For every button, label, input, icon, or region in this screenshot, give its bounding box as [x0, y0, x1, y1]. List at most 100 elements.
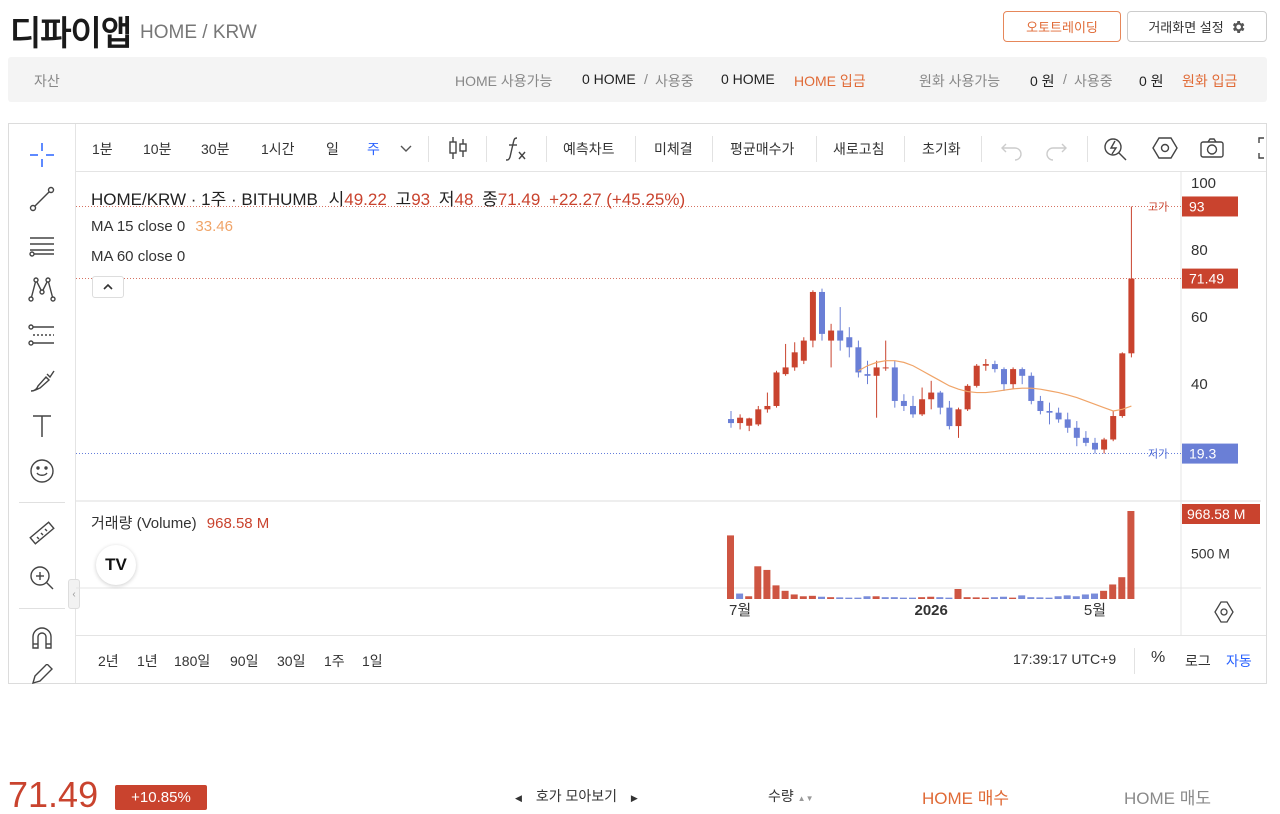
ma60-label: MA 60 close 0	[91, 248, 186, 265]
forecast-chart-button[interactable]: 예측차트	[563, 139, 615, 159]
indicator-fx-icon[interactable]	[502, 134, 530, 162]
home-deposit-link[interactable]: HOME 입금	[794, 71, 866, 91]
fullscreen-icon[interactable]	[1256, 134, 1266, 162]
open-orders-button[interactable]: 미체결	[654, 139, 693, 159]
range-1d[interactable]: 1일	[362, 651, 383, 671]
volume-bar	[990, 597, 998, 599]
price-chart-svg[interactable]: 100 80 60 40 93 고가 71.49 19.3 저가 968.58 M 500 M 7월 2…	[76, 172, 1261, 635]
settings-hexagon-icon[interactable]	[1151, 134, 1179, 162]
price-tick-label: 40	[1191, 376, 1208, 393]
volume-bar	[1127, 511, 1135, 599]
krw-in-use-label: 사용중	[1074, 73, 1113, 89]
close-label: 종	[482, 190, 498, 209]
undo-icon[interactable]	[998, 134, 1026, 162]
volume-bar	[827, 597, 835, 599]
fib-retracement-icon[interactable]	[25, 318, 59, 352]
interval-day[interactable]: 일	[326, 139, 339, 159]
crosshair-icon[interactable]	[25, 138, 59, 172]
candle-body	[1073, 427, 1080, 438]
interval-1m[interactable]: 1분	[92, 139, 113, 159]
brush-icon[interactable]	[25, 364, 59, 398]
log-toggle[interactable]: 로그	[1185, 651, 1211, 671]
caret-left-icon[interactable]: ◀	[515, 793, 522, 803]
candle-body	[937, 392, 944, 408]
candle-body	[900, 400, 907, 406]
candle-body	[728, 419, 734, 424]
ma60-legend: MA 60 close 0	[91, 248, 185, 265]
krw-in-use-value: 0 원	[1139, 73, 1164, 89]
candle-body	[882, 367, 889, 369]
volume-bar	[845, 597, 853, 599]
magnet-icon[interactable]	[25, 622, 59, 656]
caret-right-icon[interactable]: ▶	[631, 793, 638, 803]
range-30d[interactable]: 30일	[277, 651, 305, 671]
toolbar-divider	[19, 608, 65, 609]
axis-group: 100 80 60 40 93 고가 71.49 19.3 저가 968.58 M 500 M 7월 2…	[76, 175, 1260, 623]
percent-toggle[interactable]: %	[1151, 649, 1165, 667]
range-1w[interactable]: 1주	[324, 651, 345, 671]
change-value: +22.27 (+45.25%)	[549, 190, 686, 209]
orderbook-toggle[interactable]: ◀ 호가 모아보기 ▶	[515, 786, 638, 806]
krw-deposit-link[interactable]: 원화 입금	[1182, 71, 1237, 91]
candle-body	[973, 365, 980, 386]
candle-body	[1046, 411, 1053, 413]
tradingview-logo[interactable]: TV	[96, 545, 136, 585]
low-tag: 19.3	[1189, 446, 1216, 462]
redo-icon[interactable]	[1042, 134, 1070, 162]
toolbar-divider	[486, 136, 487, 162]
auto-toggle[interactable]: 자동	[1226, 651, 1252, 671]
change-badge: +10.85%	[115, 785, 207, 810]
range-180d[interactable]: 180일	[174, 651, 210, 671]
text-tool-icon[interactable]	[25, 409, 59, 443]
candle-body	[1128, 278, 1135, 354]
avg-buy-price-button[interactable]: 평균매수가	[730, 139, 794, 159]
open-label: 시	[328, 190, 345, 209]
chart-plot-area[interactable]: 100 80 60 40 93 고가 71.49 19.3 저가 968.58 M 500 M 7월 2…	[76, 172, 1261, 635]
tab-sell[interactable]: HOME 매도	[1124, 784, 1211, 809]
ma15-legend: MA 15 close 0 33.46	[91, 218, 233, 235]
interval-10m[interactable]: 10분	[143, 139, 171, 159]
zoom-in-icon[interactable]	[25, 561, 59, 595]
home-available-value: 0 HOME	[582, 71, 636, 87]
interval-week[interactable]: 주	[367, 139, 380, 159]
volume-bar	[872, 596, 880, 599]
interval-30m[interactable]: 30분	[201, 139, 229, 159]
camera-icon[interactable]	[1198, 134, 1226, 162]
ruler-icon[interactable]	[25, 516, 59, 550]
screen-settings-label: 거래화면 설정	[1148, 20, 1224, 35]
autotrade-button[interactable]: 오토트레이딩	[1003, 11, 1121, 42]
interval-1h[interactable]: 1시간	[261, 139, 295, 159]
toolbar-divider	[1087, 136, 1088, 162]
volume-bar	[899, 597, 907, 599]
symbol-label: HOME/KRW · 1주 · BITHUMB	[91, 190, 318, 209]
ma15-value: 33.46	[195, 218, 233, 235]
trend-line-icon[interactable]	[25, 182, 59, 216]
pencil-icon[interactable]	[25, 664, 59, 684]
screen-settings-button[interactable]: 거래화면 설정	[1127, 11, 1267, 42]
high-value: 93	[411, 190, 431, 209]
range-2y[interactable]: 2년	[98, 651, 119, 671]
candle-body	[964, 385, 971, 410]
candle-body	[1101, 439, 1108, 450]
range-90d[interactable]: 90일	[230, 651, 258, 671]
time-axis-label: 2026	[915, 602, 948, 619]
volume-bar	[727, 535, 734, 599]
legend-collapse-button[interactable]	[92, 276, 124, 298]
volume-bar	[1045, 597, 1053, 599]
emoji-icon[interactable]	[25, 454, 59, 488]
tab-buy[interactable]: HOME 매수	[922, 784, 1009, 809]
toolbar-divider	[546, 136, 547, 162]
candle-body	[873, 367, 880, 376]
parallel-lines-icon[interactable]	[25, 228, 59, 262]
reset-button[interactable]: 초기화	[922, 139, 961, 159]
refresh-button[interactable]: 새로고침	[833, 139, 885, 159]
pattern-icon[interactable]	[25, 272, 59, 306]
candle-type-icon[interactable]	[444, 134, 472, 162]
range-1y[interactable]: 1년	[137, 651, 158, 671]
volume-bar	[1100, 590, 1108, 599]
quantity-sort[interactable]: 수량 ▲▼	[768, 786, 814, 806]
chevron-down-icon[interactable]	[396, 138, 416, 158]
volume-tick-label: 500 M	[1191, 546, 1230, 562]
ma15-label: MA 15 close 0	[91, 218, 186, 235]
quick-search-icon[interactable]	[1101, 134, 1129, 162]
